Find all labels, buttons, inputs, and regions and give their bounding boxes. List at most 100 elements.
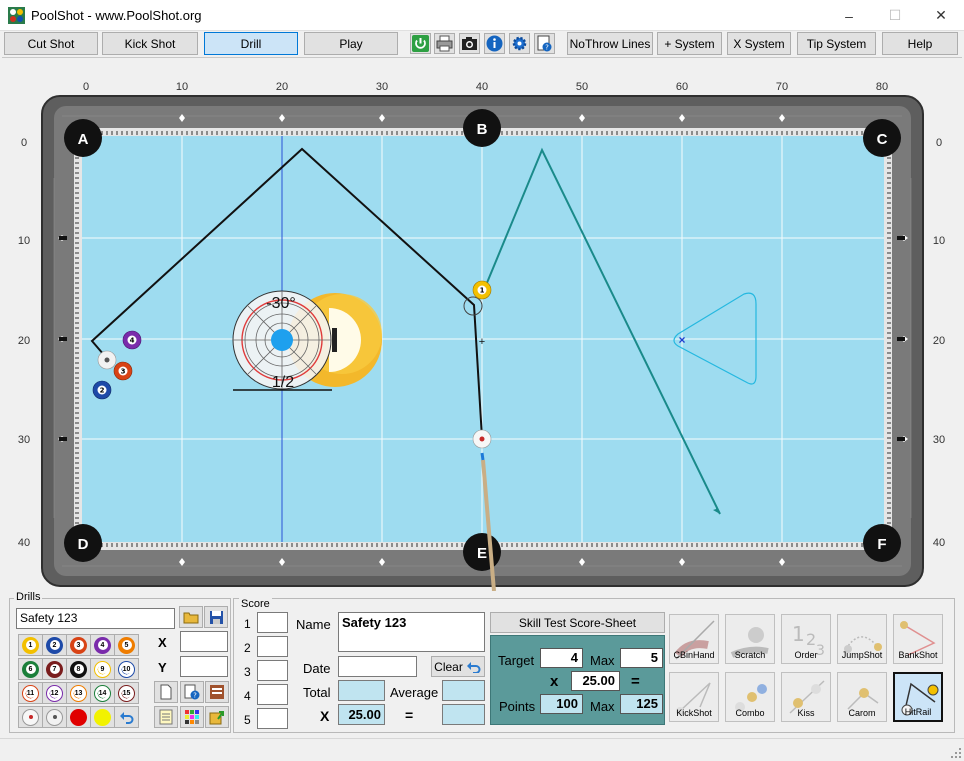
points-label: Points — [499, 699, 536, 714]
pocket-b[interactable]: B — [463, 109, 501, 147]
ball-2[interactable]: 2 — [92, 380, 112, 400]
nothrow-lines-button[interactable]: NoThrow Lines — [567, 32, 653, 55]
cue-ball-button[interactable] — [18, 706, 43, 728]
ghost-ball-button[interactable] — [42, 706, 67, 728]
ball-4[interactable]: 4 — [122, 330, 142, 350]
minimize-button[interactable]: – — [826, 0, 872, 31]
pocket-f[interactable]: F — [863, 524, 901, 562]
target-value[interactable]: 4 — [540, 648, 583, 668]
close-button[interactable]: ✕ — [918, 0, 964, 31]
ball-11-button[interactable]: 11 — [18, 682, 43, 704]
drill-type-jumpshot[interactable]: JumpShot — [837, 614, 887, 664]
open-folder-icon[interactable] — [179, 606, 203, 628]
ball-icon: 14 — [94, 684, 111, 702]
clear-button[interactable]: Clear — [431, 656, 485, 677]
ball-14-button[interactable]: 14 — [90, 682, 115, 704]
score-cell-3[interactable] — [257, 660, 288, 681]
score-cell-4[interactable] — [257, 684, 288, 705]
drill-type-kickshot[interactable]: KickShot — [669, 672, 719, 722]
aim-overlay[interactable]: -30° 1/2 — [232, 290, 382, 391]
maximize-button[interactable]: ☐ — [872, 0, 918, 31]
new-document-icon[interactable] — [154, 681, 178, 703]
settings-icon[interactable] — [509, 33, 530, 54]
ball-13-button[interactable]: 13 — [66, 682, 91, 704]
camera-icon[interactable] — [459, 33, 480, 54]
aim-angle-label: -30° — [266, 295, 296, 312]
drill-button[interactable]: Drill — [204, 32, 298, 55]
drill-type-hitrail[interactable]: HitRail — [893, 672, 943, 722]
table-list-icon[interactable] — [205, 681, 229, 703]
kick-shot-button[interactable]: Kick Shot — [102, 32, 198, 55]
cut-shot-button[interactable]: Cut Shot — [4, 32, 98, 55]
ball-icon: 15 — [118, 684, 135, 702]
drill-type-combo[interactable]: Combo — [725, 672, 775, 722]
ball-15-button[interactable]: 15 — [114, 682, 139, 704]
export-icon[interactable] — [205, 706, 229, 728]
table-canvas[interactable]: 0 10 20 30 40 50 60 70 80 0 10 20 30 40 … — [2, 57, 962, 592]
notes-icon[interactable] — [154, 706, 178, 728]
pool-table[interactable]: 0 10 20 30 40 50 60 70 80 0 10 20 30 40 … — [2, 58, 962, 592]
target-max-value[interactable]: 5 — [620, 648, 663, 668]
skill-multiplier-value[interactable]: 25.00 — [571, 671, 620, 691]
score-cell-2[interactable] — [257, 636, 288, 657]
score-name-input[interactable]: Safety 123 — [338, 612, 485, 652]
ball-8-button[interactable]: 8 — [66, 658, 91, 680]
x-system-button[interactable]: X System — [727, 32, 791, 55]
info-icon[interactable] — [484, 33, 505, 54]
pocket-e[interactable]: E — [463, 533, 501, 571]
undo-button[interactable] — [114, 706, 139, 728]
resize-grip-icon[interactable] — [951, 748, 961, 758]
ball-3[interactable]: 3 — [113, 361, 133, 381]
drills-group-label: Drills — [14, 591, 43, 603]
x-coordinate-input[interactable] — [180, 631, 228, 652]
drill-type-scratch[interactable]: Scratch — [725, 614, 775, 664]
drill-type-cbinhand[interactable]: CBinHand — [669, 614, 719, 664]
window-title: PoolShot - www.PoolShot.org — [31, 8, 202, 23]
yellow-ball-button[interactable] — [90, 706, 115, 728]
help-doc-icon[interactable]: ? — [534, 33, 555, 54]
drill-type-kiss[interactable]: Kiss — [781, 672, 831, 722]
pocket-c[interactable]: C — [863, 119, 901, 157]
ball-3-button[interactable]: 3 — [66, 634, 91, 656]
x-tick: 40 — [476, 81, 488, 93]
tip-system-button[interactable]: Tip System — [797, 32, 876, 55]
ball-number: 13 — [73, 688, 84, 698]
x-label: X — [158, 635, 167, 650]
ball-5-button[interactable]: 5 — [114, 634, 139, 656]
score-cell-5[interactable] — [257, 708, 288, 729]
drill-type-label: CBinHand — [673, 650, 715, 660]
drill-type-order[interactable]: 1 2 3 Order — [781, 614, 831, 664]
ball-4-button[interactable]: 4 — [90, 634, 115, 656]
drill-type-bankshot[interactable]: BankShot — [893, 614, 943, 664]
color-grid-icon[interactable] — [180, 706, 204, 728]
save-icon[interactable] — [204, 606, 228, 628]
cue-ball[interactable] — [472, 429, 492, 449]
plus-system-button[interactable]: + System — [657, 32, 722, 55]
y-coordinate-input[interactable] — [180, 656, 228, 677]
toolbar: Cut Shot Kick Shot Drill Play ? NoThrow … — [0, 31, 964, 57]
red-ball-button[interactable] — [66, 706, 91, 728]
total-label: Total — [303, 685, 331, 700]
drill-name-input[interactable]: Safety 123 — [16, 608, 175, 629]
ball-icon: 3 — [70, 636, 87, 654]
pocket-a[interactable]: A — [64, 119, 102, 157]
ball-1[interactable]: 1 — [472, 280, 492, 300]
skill-test-score-sheet-button[interactable]: Skill Test Score-Sheet — [490, 612, 665, 633]
ball-1-button[interactable]: 1 — [18, 634, 43, 656]
ball-6-button[interactable]: 6 — [18, 658, 43, 680]
document-help-icon[interactable]: ? — [180, 681, 204, 703]
ball-7-button[interactable]: 7 — [42, 658, 67, 680]
print-icon[interactable] — [434, 33, 455, 54]
ball-12-button[interactable]: 12 — [42, 682, 67, 704]
ball-9-button[interactable]: 9 — [90, 658, 115, 680]
ghost-cue-ball[interactable] — [97, 350, 117, 370]
score-cell-1[interactable] — [257, 612, 288, 633]
help-button[interactable]: Help — [882, 32, 958, 55]
play-button[interactable]: Play — [304, 32, 398, 55]
date-input[interactable] — [338, 656, 417, 677]
ball-2-button[interactable]: 2 — [42, 634, 67, 656]
drill-type-carom[interactable]: Carom — [837, 672, 887, 722]
power-icon[interactable] — [410, 33, 431, 54]
ball-10-button[interactable]: 10 — [114, 658, 139, 680]
pocket-d[interactable]: D — [64, 524, 102, 562]
